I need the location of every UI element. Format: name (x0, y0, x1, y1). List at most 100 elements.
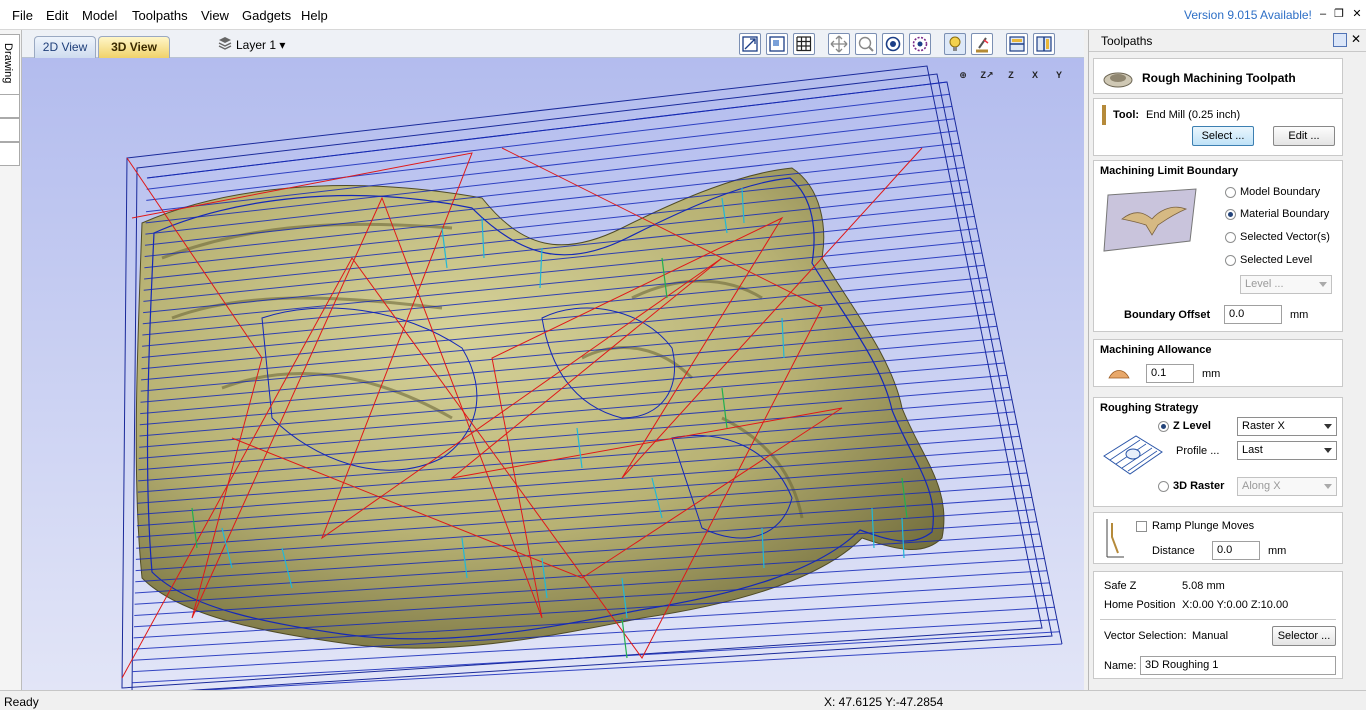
close-icon[interactable]: ✕ (1351, 32, 1361, 46)
home-position-label: Home Position (1104, 599, 1176, 611)
iso-view-icon[interactable]: Z↗ (978, 66, 996, 84)
z-level-dropdown-value: Raster X (1242, 420, 1285, 432)
divider (1100, 619, 1336, 620)
zoom-out-button[interactable] (909, 33, 931, 55)
raster-pass-line (145, 118, 955, 213)
radio-material-boundary[interactable] (1225, 209, 1236, 220)
view-x-icon[interactable]: X (1026, 66, 1044, 84)
level-dropdown[interactable]: Level ... (1240, 275, 1332, 294)
toolpath-name-input[interactable]: 3D Roughing 1 (1140, 656, 1336, 675)
menu-view[interactable]: View (201, 8, 229, 23)
allowance-title: Machining Allowance (1100, 344, 1212, 356)
layers-icon (218, 36, 232, 55)
view-y-icon[interactable]: Y (1050, 66, 1068, 84)
ramp-plunge-checkbox[interactable] (1136, 521, 1147, 532)
split-vertical-button[interactable] (1033, 33, 1055, 55)
chevron-down-icon (1319, 282, 1327, 287)
material-button[interactable] (971, 33, 993, 55)
boundary-preview-image (1102, 185, 1202, 255)
grid-button[interactable] (793, 33, 815, 55)
split-vertical-icon (1036, 36, 1052, 52)
edit-tool-button[interactable]: Edit ... (1273, 126, 1335, 146)
menu-model[interactable]: Model (82, 8, 117, 23)
z-level-label: Z Level (1173, 420, 1211, 432)
selector-button[interactable]: Selector ... (1272, 626, 1336, 646)
menu-gadgets[interactable]: Gadgets (242, 8, 291, 23)
boundary-offset-label: Boundary Offset (1124, 309, 1211, 321)
strip-slot[interactable] (0, 118, 20, 142)
menu-file[interactable]: File (12, 8, 33, 23)
layer-selector[interactable]: Layer 1 ▾ (218, 36, 285, 54)
safe-z-value: 5.08 mm (1182, 580, 1225, 592)
boundary-offset-input[interactable]: 0.0 (1224, 305, 1282, 324)
raster-3d-dropdown[interactable]: Along X (1237, 477, 1337, 496)
split-horizontal-button[interactable] (1006, 33, 1028, 55)
zoom-extents-icon (742, 36, 758, 52)
split-horizontal-icon (1009, 36, 1025, 52)
close-button[interactable]: ✕ (1350, 7, 1364, 21)
zoom-in-button[interactable] (882, 33, 904, 55)
view-z-icon[interactable]: Z (1002, 66, 1020, 84)
raster-pass-line (146, 105, 953, 201)
profile-dropdown-value: Last (1242, 444, 1263, 456)
zoom-button[interactable] (855, 33, 877, 55)
strip-slot[interactable] (0, 94, 20, 118)
menu-toolpaths[interactable]: Toolpaths (132, 8, 188, 23)
ramp-distance-input[interactable]: 0.0 (1212, 541, 1260, 560)
boundary-offset-unit: mm (1290, 309, 1309, 321)
z-level-dropdown[interactable]: Raster X (1237, 417, 1337, 436)
radio-3d-raster[interactable] (1158, 481, 1169, 492)
tool-label: Tool: (1113, 109, 1140, 121)
machining-allowance-group: Machining Allowance 0.1 mm (1093, 339, 1343, 387)
pan-button[interactable] (828, 33, 850, 55)
menu-help[interactable]: Help (301, 8, 328, 23)
toolpath-info-group: Safe Z 5.08 mm Home Position X:0.00 Y:0.… (1093, 571, 1343, 679)
home-position-value: X:0.00 Y:0.00 Z:10.00 (1182, 599, 1289, 611)
3d-viewport[interactable]: ⊕ Z↗ Z X Y (22, 58, 1084, 690)
tool-material-icon (976, 37, 989, 53)
toolpath-title: Rough Machining Toolpath (1142, 71, 1296, 85)
left-dock-strip: Drawing (0, 30, 22, 690)
chevron-down-icon: ▾ (279, 38, 286, 52)
menu-bar: File Edit Model Toolpaths View Gadgets H… (0, 0, 1366, 30)
zoom-box-button[interactable] (766, 33, 788, 55)
tab-3d-view[interactable]: 3D View (98, 36, 170, 58)
name-label: Name: (1104, 660, 1137, 672)
profile-dropdown[interactable]: Last (1237, 441, 1337, 460)
level-dropdown-value: Level ... (1245, 278, 1284, 290)
select-tool-button[interactable]: Select ... (1192, 126, 1254, 146)
ramp-plunge-label: Ramp Plunge Moves (1152, 520, 1255, 532)
version-available-link[interactable]: Version 9.015 Available! (1184, 8, 1312, 22)
zoom-in-icon (885, 36, 901, 52)
radio-model-boundary[interactable] (1225, 187, 1236, 198)
strip-slot[interactable] (0, 142, 20, 166)
radio-selected-vectors[interactable] (1225, 232, 1236, 243)
raster-pass-line (145, 142, 960, 235)
radio-z-level[interactable] (1158, 421, 1169, 432)
raster-pass-line (197, 643, 1063, 690)
tool-value: End Mill (0.25 inch) (1146, 109, 1241, 121)
panel-header: Toolpaths ✕ (1089, 30, 1366, 52)
minimize-button[interactable]: ‒ (1316, 7, 1330, 21)
cursor-coordinates: X: 47.6125 Y:-47.2854 (824, 695, 944, 709)
chevron-down-icon (1324, 484, 1332, 489)
zoom-extents-3d-icon[interactable]: ⊕ (954, 66, 972, 84)
restore-button[interactable]: ❐ (1332, 7, 1346, 21)
raster-strategy-icon (1102, 432, 1164, 481)
raster-3d-label: 3D Raster (1173, 480, 1225, 492)
fit-view-button[interactable] (739, 33, 761, 55)
shading-button[interactable] (944, 33, 966, 55)
vector-selection-label: Vector Selection: (1104, 630, 1187, 642)
raster-pass-line (132, 631, 1060, 684)
machining-limit-boundary-group: Machining Limit Boundary Model Boundary … (1093, 160, 1343, 332)
layer-name: Layer 1 (236, 38, 277, 52)
pin-icon[interactable] (1333, 33, 1347, 47)
selected-vectors-label: Selected Vector(s) (1240, 231, 1330, 243)
tab-2d-view[interactable]: 2D View (34, 36, 96, 58)
raster-3d-dropdown-value: Along X (1242, 480, 1281, 492)
drawing-tab-label: Drawing (2, 43, 14, 84)
radio-selected-level[interactable] (1225, 255, 1236, 266)
allowance-input[interactable]: 0.1 (1146, 364, 1194, 383)
menu-edit[interactable]: Edit (46, 8, 68, 23)
tool-group: Tool: End Mill (0.25 inch) Select ... Ed… (1093, 98, 1343, 156)
